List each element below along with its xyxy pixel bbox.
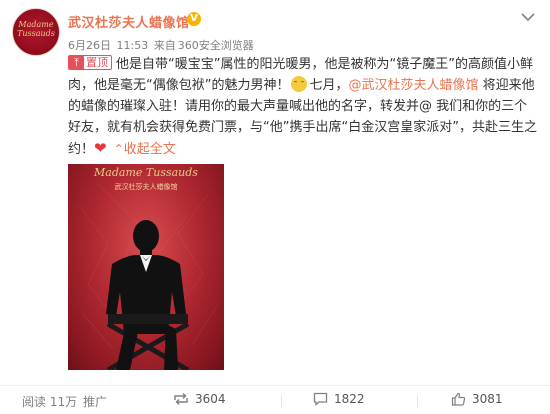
- post-source[interactable]: 360安全浏览器: [178, 39, 254, 52]
- post-body: ⤒ 置顶 他是自带“暖宝宝”属性的阳光暖男，他是被称为“镜子魔王”的高颜值小鲜肉，他…: [68, 54, 538, 160]
- collapse-label: 收起全文: [123, 142, 176, 157]
- chevron-down-icon[interactable]: [518, 10, 538, 24]
- pinned-label: 置顶: [86, 56, 108, 69]
- account-avatar[interactable]: Madame Tussauds: [12, 8, 60, 56]
- avatar-logo-line1: Madame: [18, 20, 54, 29]
- post-time[interactable]: 11:53: [117, 39, 149, 52]
- post-from-label: 来自: [153, 39, 176, 52]
- footer-divider: [281, 395, 282, 408]
- repost-button[interactable]: 3604: [173, 392, 226, 406]
- comment-icon: [313, 392, 328, 406]
- heart-icon: ❤: [94, 139, 107, 157]
- squint-smile-emoji-icon: [291, 76, 308, 92]
- repost-icon: [174, 393, 188, 405]
- post-text-2: 七月，: [309, 78, 349, 93]
- like-count: 3081: [472, 392, 503, 406]
- footer-divider: [417, 395, 418, 408]
- post-image[interactable]: Madame Tussauds 武汉杜莎夫人蜡像馆: [68, 164, 224, 370]
- comment-button[interactable]: 1822: [313, 392, 365, 406]
- avatar-logo-line2: Tussauds: [17, 29, 55, 38]
- poster-silhouette: [77, 183, 219, 370]
- thumbs-up-icon: [451, 392, 466, 406]
- comment-count: 1822: [334, 392, 365, 406]
- post-date[interactable]: 6月26日: [68, 39, 111, 52]
- promote-button[interactable]: 推广: [83, 393, 107, 410]
- post-meta: 6月26日 11:53 来自 360安全浏览器: [68, 37, 256, 53]
- mention-link[interactable]: @武汉杜莎夫人蜡像馆: [349, 78, 479, 93]
- pin-icon: ⤒: [69, 56, 84, 69]
- read-count: 阅读 11万: [22, 395, 78, 409]
- poster-title: Madame Tussauds: [94, 166, 198, 179]
- repost-count: 3604: [195, 392, 226, 406]
- account-name[interactable]: 武汉杜莎夫人蜡像馆: [68, 12, 190, 31]
- pinned-badge: ⤒ 置顶: [68, 55, 112, 70]
- collapse-button[interactable]: ⌃收起全文: [111, 142, 176, 157]
- like-button[interactable]: 3081: [451, 392, 503, 406]
- verified-badge-icon: V: [187, 12, 201, 26]
- post-footer: 阅读 11万 推广 3604 1822 3081: [0, 385, 550, 414]
- chevron-up-icon: ⌃: [113, 142, 124, 156]
- poster-subtitle: 武汉杜莎夫人蜡像馆: [114, 183, 178, 191]
